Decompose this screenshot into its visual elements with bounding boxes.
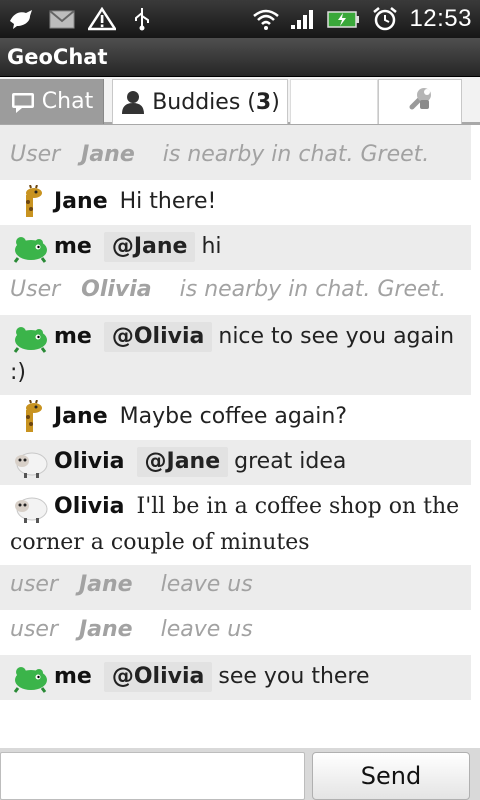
status-bar: 12:53 bbox=[0, 0, 480, 38]
wrench-icon bbox=[406, 85, 434, 119]
chat-bubble-icon bbox=[10, 90, 36, 114]
tab-buddies[interactable]: Buddies (3) bbox=[112, 79, 288, 124]
buddies-count: 3 bbox=[255, 89, 272, 115]
green-creature-avatar bbox=[10, 660, 50, 694]
app-title: GeoChat bbox=[7, 45, 108, 69]
chat-message: Olivia @Jane great idea bbox=[0, 440, 471, 485]
alarm-icon bbox=[371, 7, 399, 31]
person-icon bbox=[120, 89, 146, 115]
bird-icon bbox=[8, 7, 36, 31]
message-text: hi bbox=[201, 234, 222, 259]
chat-message: me @Jane hi bbox=[0, 225, 471, 270]
tab-chat-label: Chat bbox=[41, 89, 94, 114]
message-text: see you there bbox=[218, 664, 370, 689]
system-user-name: Jane bbox=[78, 572, 133, 597]
mention-tag[interactable]: @Olivia bbox=[103, 662, 213, 692]
warning-icon bbox=[86, 6, 118, 31]
message-sender: me bbox=[54, 234, 92, 259]
mail-icon bbox=[48, 7, 76, 31]
giraffe-avatar bbox=[10, 399, 50, 434]
chat-message: Jane Hi there! bbox=[0, 180, 471, 225]
system-user-name: Jane bbox=[81, 142, 135, 167]
mention-tag[interactable]: @Jane bbox=[103, 232, 196, 262]
message-sender: Jane bbox=[54, 189, 108, 214]
system-message: User Jane is nearby in chat. Greet. bbox=[0, 135, 471, 180]
tab-chat[interactable]: Chat bbox=[0, 79, 104, 124]
system-user-name: Jane bbox=[78, 617, 133, 642]
signal-icon bbox=[289, 7, 317, 31]
chat-message: Jane Maybe coffee again? bbox=[0, 395, 471, 440]
send-button[interactable]: Send bbox=[312, 752, 470, 800]
message-sender: me bbox=[54, 324, 92, 349]
message-text: great idea bbox=[234, 449, 347, 474]
message-input[interactable] bbox=[0, 752, 305, 800]
chat-message: Olivia I'll be in a coffee shop on the co… bbox=[0, 485, 471, 565]
message-sender: me bbox=[54, 664, 92, 689]
sheep-avatar bbox=[10, 445, 50, 479]
green-creature-avatar bbox=[10, 230, 50, 264]
tab-bar: Chat Buddies (3) bbox=[0, 77, 480, 125]
giraffe-avatar bbox=[10, 184, 50, 219]
chat-message: me @Olivia nice to see you again :) bbox=[0, 315, 471, 395]
chat-message: me @Olivia see you there bbox=[0, 655, 471, 700]
message-sender: Olivia bbox=[54, 449, 125, 474]
system-message: user Jane leave us bbox=[0, 610, 471, 655]
title-bar: GeoChat bbox=[0, 38, 480, 77]
wifi-icon bbox=[251, 7, 280, 31]
system-message: User Olivia is nearby in chat. Greet. bbox=[0, 270, 471, 315]
battery-charging-icon bbox=[327, 7, 361, 31]
tab-buddies-label: Buddies bbox=[152, 89, 241, 115]
message-sender: Olivia bbox=[54, 494, 125, 519]
compose-bar: Send bbox=[0, 748, 480, 800]
usb-icon bbox=[128, 7, 156, 31]
message-text: Hi there! bbox=[119, 189, 217, 214]
tab-settings[interactable] bbox=[378, 79, 462, 124]
status-clock: 12:53 bbox=[409, 5, 472, 32]
message-sender: Jane bbox=[54, 404, 108, 429]
mention-tag[interactable]: @Jane bbox=[136, 447, 229, 477]
sheep-avatar bbox=[10, 490, 50, 524]
message-list[interactable]: User Jane is nearby in chat. Greet. Jane… bbox=[0, 125, 471, 750]
message-text: Maybe coffee again? bbox=[119, 404, 348, 429]
mention-tag[interactable]: @Olivia bbox=[103, 322, 213, 352]
system-message: user Jane leave us bbox=[0, 565, 471, 610]
green-creature-avatar bbox=[10, 320, 50, 354]
system-user-name: Olivia bbox=[81, 277, 152, 302]
tab-empty[interactable] bbox=[290, 79, 378, 124]
